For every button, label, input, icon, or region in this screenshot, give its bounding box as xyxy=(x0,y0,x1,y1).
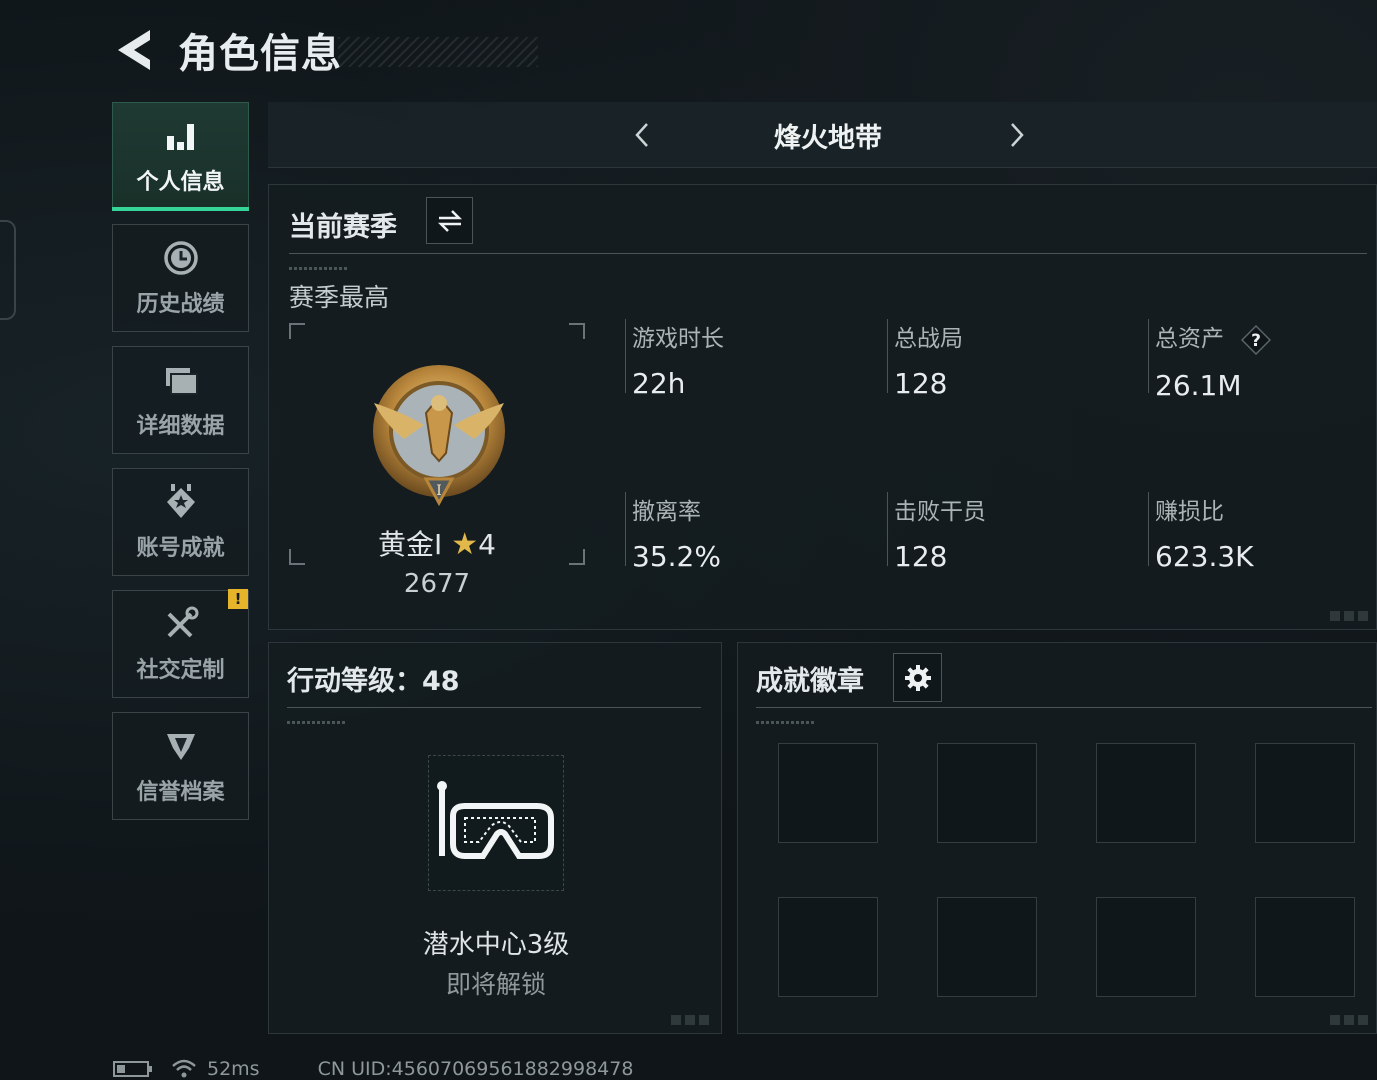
badge-slot[interactable] xyxy=(778,897,878,997)
stat-label-text: 总资产 xyxy=(1155,326,1224,352)
status-bar: 52ms CN UID:4560706956188299847​8 xyxy=(113,1058,633,1080)
stat-total-assets: 总资产 ? 26.1M xyxy=(1148,319,1377,402)
stat-extract-rate: 撤离率 35.2% xyxy=(625,492,865,573)
stat-label: 撤离率 xyxy=(632,499,701,525)
badge-slot[interactable] xyxy=(778,743,878,843)
action-level-title: 行动等级：48 xyxy=(287,666,460,697)
corner-decoration xyxy=(1330,1015,1372,1025)
badge-slot[interactable] xyxy=(937,897,1037,997)
left-edge-tab xyxy=(0,220,16,320)
sidebar-item-label: 个人信息 xyxy=(136,170,225,195)
stat-value: 128 xyxy=(894,367,948,400)
battery-icon xyxy=(113,1061,152,1077)
frame-corner xyxy=(289,323,305,339)
help-mark: ? xyxy=(1251,331,1261,351)
unlock-status: 即将解锁 xyxy=(445,970,546,999)
stat-label: 游戏时长 xyxy=(632,326,724,352)
ping-value: 52ms xyxy=(207,1058,260,1080)
badge-settings-button[interactable] xyxy=(893,653,942,702)
swap-icon xyxy=(437,209,462,232)
svg-text:I: I xyxy=(436,483,442,499)
stat-value: 26.1M xyxy=(1155,368,1242,402)
user-uid: CN UID:4560706956188299847​8 xyxy=(317,1058,634,1080)
corner-decoration xyxy=(671,1015,713,1025)
badge-slot[interactable] xyxy=(1096,897,1196,997)
stat-value: 35.2% xyxy=(632,540,721,573)
bar-chart-icon xyxy=(166,124,194,150)
diving-mask-icon xyxy=(437,781,554,859)
stat-play-time: 游戏时长 22h xyxy=(625,319,865,400)
sidebar-item-detail-data[interactable]: 详细数据 xyxy=(112,346,249,454)
unlock-item-name: 潜水中心3级 xyxy=(422,930,570,960)
chevron-left-icon[interactable] xyxy=(628,120,658,150)
rank-star-icon: ★ xyxy=(451,527,479,562)
help-icon[interactable]: ? xyxy=(1241,324,1272,355)
rank-score: 2677 xyxy=(403,569,471,599)
season-best-label: 赛季最高 xyxy=(289,283,390,312)
rank-tier: 黄金Ⅰ ★4 xyxy=(289,523,585,563)
page-header: 角色信息 xyxy=(112,22,538,78)
achievement-icon xyxy=(166,484,195,518)
stat-total-matches: 总战局 128 xyxy=(887,319,1127,400)
sidebar-item-label: 账号成就 xyxy=(136,536,225,561)
alert-badge: ! xyxy=(228,589,248,609)
stat-label: 总战局 xyxy=(894,326,963,352)
stat-operators-defeated: 击败干员 128 xyxy=(887,492,1127,573)
unlock-item-box[interactable] xyxy=(428,755,564,891)
stat-value: 22h xyxy=(632,367,686,400)
divider-tick xyxy=(287,721,347,724)
divider-tick xyxy=(756,721,816,724)
season-switch-button[interactable] xyxy=(426,197,473,244)
sidebar-item-label: 信誉档案 xyxy=(136,780,225,805)
badge-slot[interactable] xyxy=(1255,743,1355,843)
shield-icon xyxy=(166,734,195,760)
frame-corner xyxy=(569,323,585,339)
stat-label: 赚损比 xyxy=(1155,499,1224,525)
divider xyxy=(756,707,1372,708)
season-stats-panel: 当前赛季 赛季最高 I 黄金Ⅰ ★4 2677 游戏时长 22h 总战局 128… xyxy=(268,184,1377,630)
sidebar-item-label: 详细数据 xyxy=(136,414,225,439)
badge-slot[interactable] xyxy=(1096,743,1196,843)
divider-tick xyxy=(289,267,349,270)
rank-tier-name: 黄金Ⅰ xyxy=(378,528,443,561)
sidebar-item-personal-info[interactable]: 个人信息 xyxy=(112,102,249,211)
season-title: 当前赛季 xyxy=(289,212,397,243)
page-title: 角色信息 xyxy=(178,31,342,77)
back-arrow-icon[interactable] xyxy=(112,26,156,74)
mode-title: 烽火地带 xyxy=(774,123,882,154)
rank-frame: I 黄金Ⅰ ★4 2677 xyxy=(289,323,585,599)
rank-stars-count: 4 xyxy=(478,528,496,561)
divider xyxy=(287,707,701,708)
tools-icon xyxy=(167,606,198,638)
stat-value: 128 xyxy=(894,540,948,573)
achievement-badges-panel: 成就徽章 xyxy=(737,642,1377,1034)
stat-profit-loss-ratio: 赚损比 623.3K xyxy=(1148,492,1377,573)
gold-rank-emblem-icon: I xyxy=(373,365,505,507)
badges-title: 成就徽章 xyxy=(756,666,864,697)
sidebar-item-label: 社交定制 xyxy=(136,658,225,683)
divider xyxy=(289,253,1367,254)
badge-slot[interactable] xyxy=(937,743,1037,843)
gear-icon xyxy=(904,664,931,691)
title-hatch-decoration xyxy=(338,37,538,67)
stat-label: 总资产 ? xyxy=(1155,319,1377,355)
sidebar-item-label: 历史战绩 xyxy=(136,292,225,317)
chevron-right-icon[interactable] xyxy=(1001,120,1031,150)
sidebar-item-achievements[interactable]: 账号成就 xyxy=(112,468,249,576)
badge-slot[interactable] xyxy=(1255,897,1355,997)
corner-decoration xyxy=(1330,611,1372,621)
sidebar-item-history[interactable]: 历史战绩 xyxy=(112,224,249,332)
mode-selector: 烽火地带 xyxy=(268,102,1377,168)
wifi-icon xyxy=(172,1059,196,1078)
stat-value: 623.3K xyxy=(1155,540,1254,573)
sidebar-item-reputation[interactable]: 信誉档案 xyxy=(112,712,249,820)
history-clock-icon xyxy=(163,241,198,275)
folder-icon xyxy=(165,368,198,395)
stat-label: 击败干员 xyxy=(894,499,986,525)
action-level-panel: 行动等级：48 潜水中心3级 即将解锁 xyxy=(268,642,722,1034)
